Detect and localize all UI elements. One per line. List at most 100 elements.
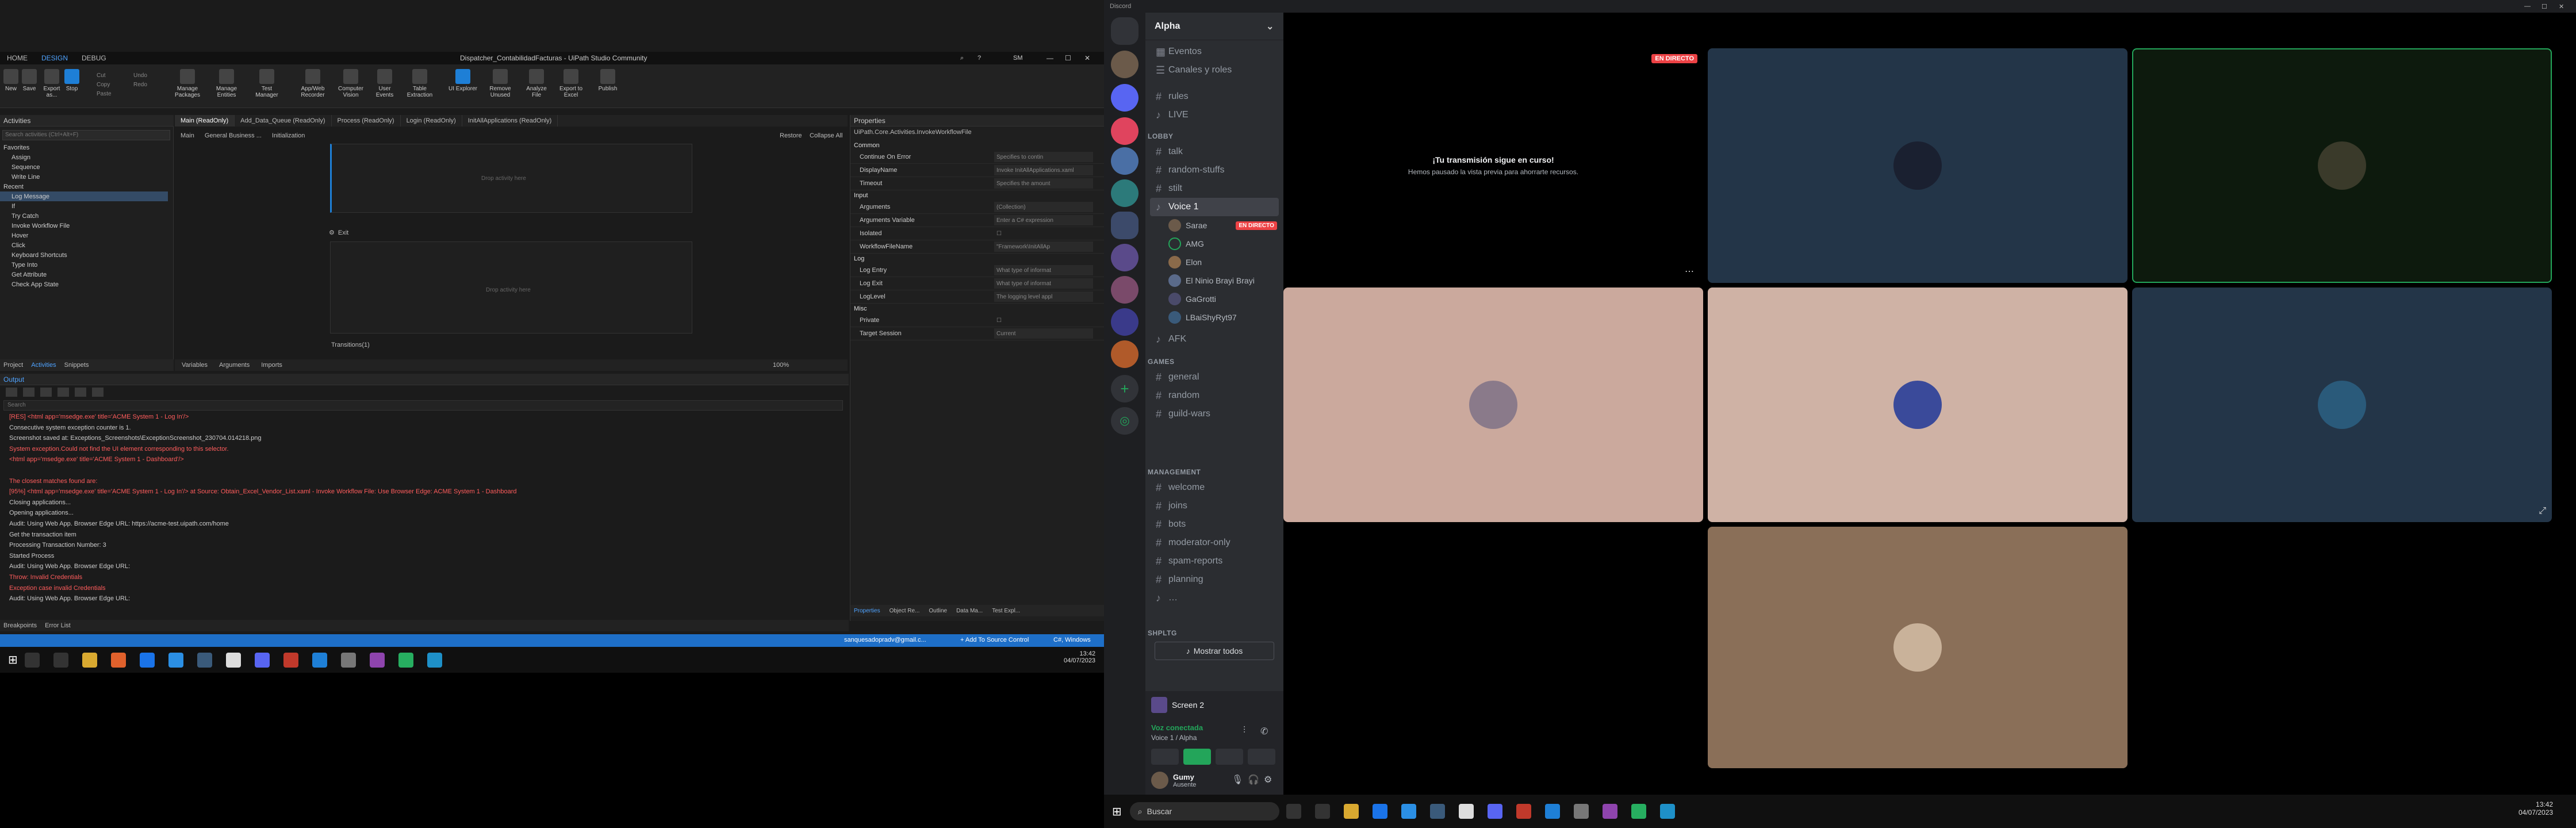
activity-item[interactable]: Click [0, 240, 168, 250]
activity-item[interactable]: Get Attribute [0, 270, 168, 279]
log-line[interactable]: The closest matches found are: [0, 476, 839, 487]
direct-messages-icon[interactable] [1111, 17, 1138, 45]
participant-tile-speaking[interactable] [2132, 48, 2552, 283]
zoom-icon[interactable] [139, 652, 155, 668]
voice-user[interactable]: Sarae EN DIRECTO [1168, 217, 1277, 233]
filter-icon[interactable] [75, 388, 86, 397]
tab-project[interactable]: Project [3, 362, 23, 369]
log-line[interactable]: Get the transaction item [0, 530, 839, 540]
filter-icon[interactable] [57, 388, 69, 397]
activity-item[interactable]: Try Catch [0, 211, 168, 221]
log-line[interactable]: [RES] <html app='msedge.exe' title='ACME… [0, 412, 839, 423]
test-manager-button[interactable]: Test Manager [251, 69, 283, 103]
tab-debug[interactable]: DEBUG [75, 54, 113, 62]
noise-icon[interactable]: ⫶ [1243, 726, 1245, 736]
export-button[interactable]: Export as... [40, 69, 63, 103]
doc-tab[interactable]: Add_Data_Queue (ReadOnly) [235, 115, 332, 126]
file-explorer-icon[interactable] [82, 652, 97, 668]
channel-random[interactable]: # random [1150, 386, 1279, 405]
voice-user[interactable]: LBaiShyRyt97 [1168, 309, 1237, 325]
channel-rules[interactable]: # rules [1150, 87, 1279, 106]
category-management[interactable]: MANAGEMENT [1148, 468, 1201, 476]
channel-afk[interactable]: ♪ AFK [1150, 330, 1279, 348]
log-line[interactable]: [95%] <html app='msedge.exe' title='ACME… [0, 486, 839, 497]
app-icon[interactable] [340, 652, 356, 668]
file-explorer-icon[interactable] [1343, 804, 1359, 819]
channel-bots[interactable]: # bots [1150, 515, 1279, 534]
isolated-checkbox[interactable]: ☐ [994, 228, 1093, 239]
tab-test-explorer[interactable]: Test Expl... [992, 608, 1020, 614]
property-value[interactable]: What type of informat [994, 278, 1093, 289]
log-line[interactable]: System exception.Could not find the UI e… [0, 444, 839, 455]
log-line[interactable]: Throw: Invalid Credentials [0, 572, 839, 583]
tab-home[interactable]: HOME [0, 54, 34, 62]
activity-item[interactable]: Sequence [0, 162, 168, 172]
start-icon[interactable]: ⊞ [1112, 804, 1122, 819]
breadcrumb-item[interactable]: Main [181, 132, 194, 139]
paste-button[interactable]: Paste [97, 90, 112, 99]
tab-design[interactable]: DESIGN [34, 54, 75, 62]
tab-object-repo[interactable]: Object Re... [890, 608, 920, 614]
property-value[interactable]: "Framework\InitAllAp [994, 241, 1093, 252]
camera-button[interactable] [1151, 749, 1179, 765]
activity-item[interactable]: If [0, 201, 168, 211]
collapse-all-link[interactable]: Collapse All [810, 132, 842, 139]
state-box[interactable]: Drop activity here [330, 144, 692, 213]
user-panel[interactable]: Gumy Ausente [1151, 772, 1196, 789]
channel-welcome[interactable]: # welcome [1150, 478, 1279, 497]
recent-category[interactable]: Recent [0, 182, 168, 191]
search-icon[interactable]: ⌕ [960, 55, 964, 62]
server-icon[interactable] [1111, 340, 1138, 368]
activity-item[interactable]: Hover [0, 231, 168, 240]
server-icon[interactable] [1111, 84, 1138, 112]
manage-entities-button[interactable]: Manage Entities [210, 69, 243, 103]
edge-icon[interactable] [1659, 804, 1675, 819]
doc-tab[interactable]: Login (ReadOnly) [401, 115, 462, 126]
log-line[interactable]: Audit: Using Web App. Browser Edge URL: [0, 593, 839, 604]
computer-vision-button[interactable]: Computer Vision [335, 69, 367, 103]
activity-item[interactable]: Assign [0, 152, 168, 162]
manage-packages-button[interactable]: Manage Packages [170, 69, 205, 103]
log-line[interactable] [0, 465, 839, 476]
activity-item[interactable]: Check App State [0, 279, 168, 289]
channel-stilt[interactable]: # stilt [1150, 179, 1279, 198]
uipath-icon[interactable] [312, 652, 327, 668]
app-icon[interactable] [1573, 804, 1589, 819]
activity-item[interactable]: Write Line [0, 172, 168, 182]
participant-tile[interactable] [1708, 288, 2128, 522]
private-checkbox[interactable]: ☐ [994, 315, 1093, 325]
doc-tab[interactable]: Main (ReadOnly) [175, 115, 235, 126]
vscode-icon[interactable] [1401, 804, 1416, 819]
channel-guild-wars[interactable]: # guild-wars [1150, 405, 1279, 423]
voice-user[interactable]: GaGrotti [1168, 291, 1216, 307]
channel-spam-reports[interactable]: # spam-reports [1150, 552, 1279, 570]
category-lobby[interactable]: LOBBY [1148, 132, 1174, 140]
server-icon[interactable] [1111, 51, 1138, 78]
tab-activities[interactable]: Activities [31, 362, 56, 369]
account-email[interactable]: sanquesadopradv@gmail.c... [844, 637, 926, 643]
screen-share-button[interactable] [1183, 749, 1211, 765]
property-value[interactable]: Specifies to contin [994, 152, 1093, 162]
server-icon[interactable] [1111, 179, 1138, 207]
exit-box[interactable]: Drop activity here [330, 241, 692, 334]
user-initials[interactable]: SM [1013, 55, 1023, 62]
close-icon[interactable]: ✕ [1084, 54, 1090, 62]
filter-icon[interactable] [23, 388, 34, 397]
stop-button[interactable]: Stop [64, 69, 79, 103]
clock[interactable]: 13:42 04/07/2023 [2518, 800, 2553, 816]
log-line[interactable]: Started Process [0, 551, 839, 562]
participant-tile[interactable] [1708, 48, 2128, 283]
tab-error-list[interactable]: Error List [45, 622, 71, 629]
fullscreen-icon[interactable]: ⤢ [2539, 506, 2546, 516]
property-value[interactable]: The logging level appl [994, 292, 1093, 302]
breadcrumb-item[interactable]: Initialization [272, 132, 305, 139]
copy-button[interactable]: Copy [97, 80, 112, 90]
tab-breakpoints[interactable]: Breakpoints [3, 622, 37, 629]
activity-item[interactable]: Keyboard Shortcuts [0, 250, 168, 260]
log-line[interactable]: Exception case invalid Credentials [0, 583, 839, 594]
save-button[interactable]: Save [22, 69, 37, 103]
channel-joins[interactable]: # joins [1150, 497, 1279, 515]
edge-icon[interactable] [427, 652, 442, 668]
channels-roles-link[interactable]: ☰ Canales y roles [1150, 61, 1279, 79]
favorites-category[interactable]: Favorites [0, 143, 168, 152]
